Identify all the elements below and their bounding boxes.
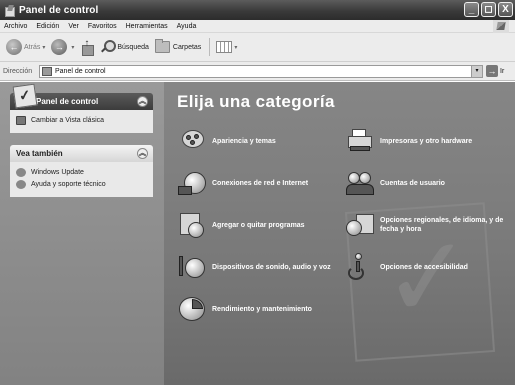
minimize-button[interactable]: _ <box>464 2 479 17</box>
category-label: Agregar o quitar programas <box>212 221 305 229</box>
category-appearance-themes[interactable]: Apariencia y temas <box>176 126 276 156</box>
search-icon <box>100 40 117 54</box>
views-button[interactable]: ▾ <box>216 41 237 53</box>
window-controls: _ ◻ X <box>464 2 513 17</box>
chevron-down-icon: ▾ <box>71 44 75 51</box>
folders-button[interactable]: Carpetas <box>154 39 202 53</box>
category-sound-audio-voice[interactable]: Dispositivos de sonido, audio y voz <box>176 252 331 282</box>
chevron-up-icon[interactable]: ︽ <box>137 148 148 159</box>
category-label: Apariencia y temas <box>212 137 276 145</box>
control-panel-section-header[interactable]: Panel de control ︽ <box>10 83 153 110</box>
menu-ayuda[interactable]: Ayuda <box>177 23 197 30</box>
window-title: Panel de control <box>19 4 99 16</box>
see-also-section-header[interactable]: Vea también ︽ <box>10 145 153 162</box>
section-title: Panel de control <box>36 97 99 106</box>
chevron-down-icon[interactable]: ▾ <box>471 66 482 77</box>
accessibility-icon <box>344 252 376 282</box>
windows-update-link[interactable]: Windows Update <box>16 168 147 177</box>
maximize-button[interactable]: ◻ <box>481 2 496 17</box>
switch-classic-view-link[interactable]: Cambiar a Vista clásica <box>16 116 147 125</box>
forward-arrow-icon: → <box>51 39 68 55</box>
category-label: Conexiones de red e Internet <box>212 179 309 187</box>
menu-favoritos[interactable]: Favoritos <box>88 23 117 30</box>
back-button[interactable]: ← Atrás ▾ <box>6 39 45 55</box>
category-label: Impresoras y otro hardware <box>380 137 473 145</box>
page-title: Elija una categoría <box>177 92 335 111</box>
search-label: Búsqueda <box>117 43 149 51</box>
views-icon <box>216 41 233 53</box>
close-button[interactable]: X <box>498 2 513 17</box>
see-also-section-body: Windows Update Ayuda y soporte técnico <box>10 162 153 197</box>
menu-ver[interactable]: Ver <box>68 23 79 30</box>
content-area: Panel de control ︽ Cambiar a Vista clási… <box>0 82 515 385</box>
link-label: Cambiar a Vista clásica <box>31 117 105 124</box>
printer-icon <box>344 126 376 156</box>
address-field[interactable]: Panel de control ▾ <box>39 65 483 78</box>
toolbar-separator <box>209 38 211 56</box>
folder-icon <box>154 39 170 53</box>
control-panel-icon <box>4 5 15 17</box>
help-icon <box>16 180 26 189</box>
chevron-down-icon: ▾ <box>42 44 46 51</box>
classic-view-icon <box>16 116 26 125</box>
menu-archivo[interactable]: Archivo <box>4 23 27 30</box>
go-label: Ir <box>500 67 505 75</box>
address-bar: Dirección Panel de control ▾ → Ir <box>0 62 515 81</box>
go-button[interactable]: → Ir <box>486 65 504 77</box>
software-box-icon <box>176 210 208 240</box>
category-label: Rendimiento y mantenimiento <box>212 305 312 313</box>
category-regional-language-date[interactable]: Opciones regionales, de idioma, y de fec… <box>344 210 514 240</box>
category-add-remove-programs[interactable]: Agregar o quitar programas <box>176 210 305 240</box>
go-arrow-icon: → <box>486 65 498 77</box>
back-label: Atrás <box>24 43 41 51</box>
music-speaker-icon <box>176 252 208 282</box>
link-label: Ayuda y soporte técnico <box>31 181 106 188</box>
category-label: Opciones regionales, de idioma, y de fec… <box>380 217 504 233</box>
forward-button[interactable]: → ▾ <box>51 39 74 55</box>
windows-logo-icon <box>493 20 509 33</box>
title-bar: Panel de control _ ◻ X <box>0 0 515 20</box>
up-folder-icon[interactable] <box>80 38 95 56</box>
help-support-link[interactable]: Ayuda y soporte técnico <box>16 180 147 189</box>
section-title: Vea también <box>16 149 63 158</box>
category-label: Opciones de accesibilidad <box>380 263 468 271</box>
toolbar: ← Atrás ▾ → ▾ Búsqueda Carpetas ▾ <box>0 33 515 62</box>
globe-calendar-icon <box>344 210 376 240</box>
menu-edicion[interactable]: Edición <box>36 23 59 30</box>
chevron-up-icon[interactable]: ︽ <box>137 96 148 107</box>
pie-chart-icon <box>176 294 208 324</box>
menu-herramientas[interactable]: Herramientas <box>126 23 168 30</box>
users-icon <box>344 168 376 198</box>
folders-label: Carpetas <box>172 43 202 51</box>
control-panel-section-body: Cambiar a Vista clásica <box>10 110 153 133</box>
search-button[interactable]: Búsqueda <box>100 40 149 54</box>
category-performance-maintenance[interactable]: Rendimiento y mantenimiento <box>176 294 312 324</box>
control-panel-icon <box>12 83 38 109</box>
see-also-section: Vea también ︽ Windows Update Ayuda y sop… <box>10 145 153 197</box>
menu-bar: Archivo Edición Ver Favoritos Herramient… <box>0 20 515 33</box>
address-value: Panel de control <box>55 68 106 75</box>
control-panel-section: Panel de control ︽ Cambiar a Vista clási… <box>10 83 153 133</box>
palette-icon <box>176 126 208 156</box>
link-label: Windows Update <box>31 169 84 176</box>
category-network-internet[interactable]: Conexiones de red e Internet <box>176 168 308 198</box>
category-accessibility[interactable]: Opciones de accesibilidad <box>344 252 468 282</box>
chevron-down-icon: ▾ <box>234 44 238 51</box>
category-label: Dispositivos de sonido, audio y voz <box>212 263 331 271</box>
task-pane: Panel de control ︽ Cambiar a Vista clási… <box>0 82 164 385</box>
category-user-accounts[interactable]: Cuentas de usuario <box>344 168 445 198</box>
windows-update-icon <box>16 168 26 177</box>
category-printers-hardware[interactable]: Impresoras y otro hardware <box>344 126 472 156</box>
network-globe-icon <box>176 168 208 198</box>
address-label: Dirección <box>3 67 33 75</box>
control-panel-icon <box>42 67 52 76</box>
back-arrow-icon: ← <box>6 39 22 55</box>
category-label: Cuentas de usuario <box>380 179 445 187</box>
